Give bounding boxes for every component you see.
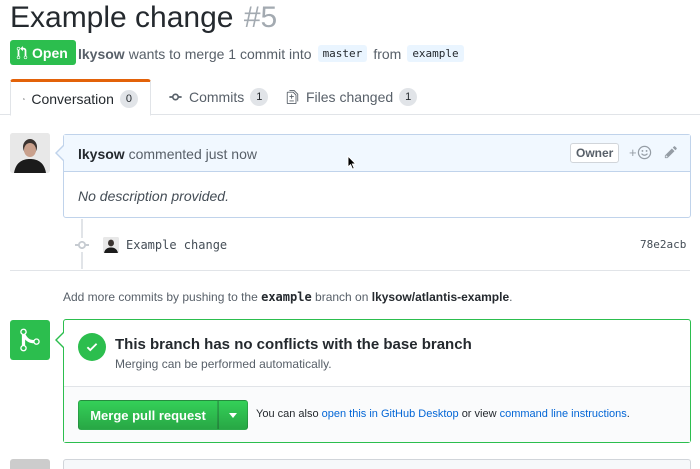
- owner-badge: Owner: [570, 143, 620, 163]
- triangle-down-icon: [229, 412, 237, 418]
- push-note-suffix: .: [509, 290, 513, 304]
- git-pull-request-icon: [16, 45, 28, 59]
- alt-middle: or view: [461, 408, 497, 420]
- tab-files-changed[interactable]: Files changed 1: [273, 79, 429, 114]
- tab-counter: 1: [250, 87, 269, 106]
- git-commit-icon: [169, 93, 182, 100]
- tab-commits[interactable]: Commits 1: [156, 79, 280, 114]
- tab-label: Files changed: [306, 88, 394, 105]
- add-reaction-button[interactable]: +: [629, 145, 652, 160]
- comment-action: commented just now: [128, 146, 257, 162]
- plus-icon: +: [629, 145, 637, 160]
- check-icon: [78, 333, 106, 361]
- avatar[interactable]: [10, 133, 50, 173]
- state-badge: Open: [10, 40, 76, 65]
- git-commit-icon: [75, 238, 89, 252]
- edit-comment-button[interactable]: [664, 145, 678, 162]
- comment-arrow-fill: [57, 146, 64, 160]
- git-merge-icon: [10, 320, 50, 360]
- avatar: [10, 459, 50, 469]
- tab-counter: 1: [399, 87, 418, 106]
- merge-alternatives: You can also open this in GitHub Desktop…: [256, 408, 630, 420]
- state-label: Open: [32, 44, 68, 61]
- tab-label: Commits: [189, 88, 245, 105]
- pr-number: #5: [243, 1, 278, 34]
- pr-author-link[interactable]: lkysow: [78, 46, 125, 62]
- push-note: Add more commits by pushing to the examp…: [63, 290, 512, 304]
- commit-author-avatar[interactable]: [103, 237, 119, 253]
- comment-discussion-icon: [23, 97, 26, 100]
- comment-form-box: [63, 459, 691, 469]
- comment-author[interactable]: lkysow: [78, 146, 125, 162]
- tab-conversation[interactable]: Conversation 0: [10, 79, 151, 116]
- pr-meta-text: wants to merge 1 commit into: [128, 45, 312, 62]
- base-branch[interactable]: master: [317, 45, 368, 62]
- merge-options-dropdown[interactable]: [218, 400, 248, 430]
- pr-title-row: Example change #5: [10, 0, 277, 38]
- command-line-instructions-link[interactable]: command line instructions: [500, 408, 627, 420]
- commit-sha-link[interactable]: 78e2acb: [640, 238, 686, 251]
- push-note-middle: branch on: [315, 290, 369, 304]
- timeline-divider: [10, 270, 690, 271]
- comment-header: lkysow commented just now Owner +: [64, 135, 690, 172]
- push-note-branch: example: [261, 290, 312, 304]
- user-avatar-image: [10, 133, 50, 173]
- file-diff-icon: [286, 89, 299, 104]
- push-note-prefix: Add more commits by pushing to the: [63, 290, 258, 304]
- comment-box: lkysow commented just now Owner + No des…: [63, 134, 691, 218]
- tab-label: Conversation: [31, 90, 114, 107]
- comment-header-text: lkysow commented just now: [78, 146, 257, 162]
- open-in-desktop-link[interactable]: open this in GitHub Desktop: [322, 408, 459, 420]
- merge-status-title: This branch has no conflicts with the ba…: [115, 336, 472, 353]
- pr-tabs: Conversation 0 Commits 1 Files changed 1: [0, 79, 700, 116]
- merge-pull-request-button[interactable]: Merge pull request: [78, 400, 218, 430]
- head-branch[interactable]: example: [407, 45, 464, 62]
- pr-meta-from: from: [373, 45, 402, 62]
- alt-suffix: .: [626, 408, 630, 420]
- smiley-icon: [637, 145, 651, 160]
- merge-box-arrow-fill: [57, 333, 64, 347]
- commit-message-link[interactable]: Example change: [126, 238, 227, 252]
- pr-meta: lkysow wants to merge 1 commit into mast…: [78, 45, 466, 62]
- pr-title: Example change: [10, 1, 234, 34]
- pencil-icon: [664, 146, 677, 159]
- alt-prefix: You can also: [256, 408, 319, 420]
- comment-body: No description provided.: [78, 188, 229, 204]
- tab-counter: 0: [119, 89, 138, 108]
- merge-box: This branch has no conflicts with the ba…: [63, 319, 691, 443]
- merge-footer: Merge pull request You can also open thi…: [64, 386, 690, 442]
- mouse-cursor-icon: [347, 155, 357, 170]
- push-note-repo: lkysow/atlantis-example: [371, 290, 510, 304]
- merge-status-subtitle: Merging can be performed automatically.: [115, 357, 332, 371]
